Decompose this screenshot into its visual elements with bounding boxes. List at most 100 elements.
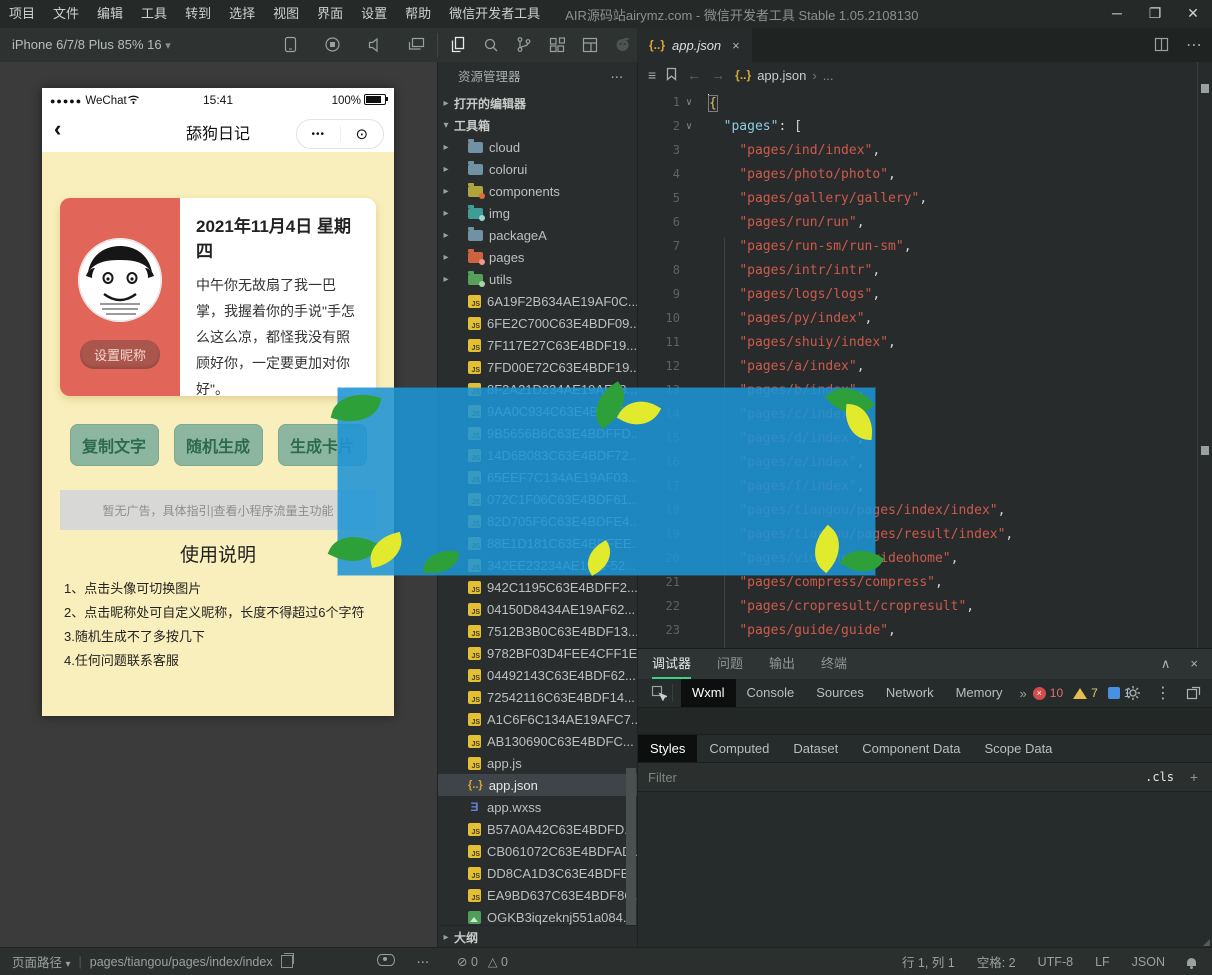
style-tab-computed[interactable]: Computed [697,735,781,762]
tree-item[interactable]: JS7FD00E72C63E4BDF19... [438,356,637,378]
menu-设置[interactable]: 设置 [352,0,396,28]
code-line[interactable]: 6 "pages/run/run", [638,210,1198,234]
tree-item[interactable]: JSB57A0A42C63E4BDFD... [438,818,637,840]
statusbar-segment[interactable]: LF [1095,955,1110,969]
device-icon[interactable] [282,36,299,53]
explorer-more-icon[interactable]: ⋯ [611,62,624,92]
tree-item[interactable]: Ǝapp.wxss [438,796,637,818]
warning-badge[interactable]: 7 [1073,686,1098,700]
close-button[interactable]: ✕ [1174,0,1212,28]
statusbar-segment[interactable]: 行 1, 列 1 [902,952,955,971]
fold-icon[interactable]: ∨ [680,121,698,132]
phone-button[interactable]: 复制文字 [70,424,159,466]
forward-arrow-icon[interactable]: → [711,67,725,83]
menu-界面[interactable]: 界面 [308,0,352,28]
menu-文件[interactable]: 文件 [44,0,88,28]
tree-item[interactable]: JS7512B3B0C63E4BDF13... [438,620,637,642]
wxml-tree-area[interactable] [638,708,1212,735]
tree-item[interactable]: {..}app.json [438,774,637,796]
code-line[interactable]: 1∨{ [638,90,1198,114]
phone-button[interactable]: 随机生成 [174,424,263,466]
statusbar-segment[interactable]: UTF-8 [1038,955,1073,969]
breadcrumb-file[interactable]: {..} app.json › ... [735,68,833,83]
tree-item[interactable]: JS7F117E27C63E4BDF19... [438,334,637,356]
avatar[interactable] [78,238,162,322]
tree-item[interactable]: JSCB061072C63E4BDFAD... [438,840,637,862]
menu-选择[interactable]: 选择 [220,0,264,28]
statusbar-more-icon[interactable]: ⋯ [417,954,430,969]
save-layout-icon[interactable] [581,36,598,53]
style-tab-dataset[interactable]: Dataset [781,735,850,762]
style-tab-scope-data[interactable]: Scope Data [972,735,1064,762]
files-icon[interactable] [449,36,466,53]
code-line[interactable]: 11 "pages/shuiy/index", [638,330,1198,354]
tree-item[interactable]: JS6FE2C700C63E4BDF09... [438,312,637,334]
menu-转到[interactable]: 转到 [176,0,220,28]
style-tab-styles[interactable]: Styles [638,735,697,762]
filter-input[interactable]: Filter [648,770,677,785]
add-style-button[interactable]: + [1190,769,1198,785]
tree-section[interactable]: ▸打开的编辑器 [438,92,637,114]
tree-item[interactable]: JS04150D8434AE19AF62... [438,598,637,620]
more-actions-icon[interactable]: ⋯ [1186,35,1202,55]
copy-icon[interactable] [281,955,293,968]
tab-app-json[interactable]: {..} app.json × [637,28,752,62]
resize-handle[interactable] [1203,939,1210,946]
statusbar-segment[interactable]: JSON [1132,955,1165,969]
tree-item[interactable]: JS9782BF03D4FEE4CFF1E... [438,642,637,664]
cls-toggle-button[interactable]: .cls [1145,770,1174,784]
back-arrow-icon[interactable]: ← [687,67,701,83]
code-line[interactable]: 8 "pages/intr/intr", [638,258,1198,282]
tree-item[interactable]: ▸packageA [438,224,637,246]
split-editor-icon[interactable] [1153,36,1170,53]
tree-item[interactable]: ▸cloud [438,136,637,158]
collapse-panel-icon[interactable]: ∧ [1161,656,1171,672]
devtools-tab-Wxml[interactable]: Wxml [681,679,736,707]
gear-icon[interactable] [1124,685,1141,702]
tree-item[interactable]: JSAB130690C63E4BDFC... [438,730,637,752]
tree-item[interactable]: JS6A19F2B634AE19AF0C... [438,290,637,312]
more-tabs-icon[interactable]: » [1020,686,1027,701]
debugger-tab-问题[interactable]: 问题 [717,649,743,679]
code-line[interactable]: 2∨ "pages": [ [638,114,1198,138]
tree-item[interactable]: JSEA9BD637C63E4BDF8C... [438,884,637,906]
page-path-dropdown[interactable]: 页面路径 ▾ [12,952,71,971]
code-line[interactable]: 3 "pages/ind/index", [638,138,1198,162]
error-badge[interactable]: ×10 [1033,686,1063,700]
maximize-button[interactable]: ❐ [1136,0,1174,28]
menu-视图[interactable]: 视图 [264,0,308,28]
capsule-menu-icon[interactable]: ••• [297,129,340,140]
minimize-button[interactable]: ─ [1098,0,1136,28]
menu-编辑[interactable]: 编辑 [88,0,132,28]
style-tab-component-data[interactable]: Component Data [850,735,972,762]
statusbar-segment[interactable]: 空格: 2 [977,952,1016,971]
tree-item[interactable]: ▸components [438,180,637,202]
menu-微信开发者工具[interactable]: 微信开发者工具 [440,0,549,28]
fold-icon[interactable]: ∨ [680,97,698,108]
inspect-element-icon[interactable] [646,684,673,702]
search-icon[interactable] [482,36,499,53]
tree-item[interactable]: JSA1C6F6C134AE19AFC7... [438,708,637,730]
outline-section[interactable]: ▸ 大纲 [438,925,637,948]
bell-icon[interactable] [1187,958,1196,966]
tree-item[interactable]: ▸utils [438,268,637,290]
tree-item[interactable]: ▸img [438,202,637,224]
assistant-ball-icon[interactable] [614,36,631,53]
set-nickname-button[interactable]: 设置昵称 [80,340,160,369]
menu-项目[interactable]: 项目 [0,0,44,28]
debugger-tab-输出[interactable]: 输出 [769,649,795,679]
tree-item[interactable]: JSapp.js [438,752,637,774]
debugger-tab-调试器[interactable]: 调试器 [652,649,691,679]
tab-close-icon[interactable]: × [732,38,740,53]
tree-item[interactable]: ▸pages [438,246,637,268]
devtools-tab-Network[interactable]: Network [875,679,945,707]
device-selector[interactable]: iPhone 6/7/8 Plus 85% 16 ▾ [12,28,171,63]
code-line[interactable]: 7 "pages/run-sm/run-sm", [638,234,1198,258]
tree-item[interactable]: JS04492143C63E4BDF62... [438,664,637,686]
tree-section[interactable]: ▾工具箱 [438,114,637,136]
eye-icon[interactable] [377,954,395,969]
menu-工具[interactable]: 工具 [132,0,176,28]
mute-icon[interactable] [366,36,383,53]
tree-item[interactable]: JS72542116C63E4BDF14... [438,686,637,708]
tree-item[interactable]: JS942C1195C63E4BDFF2... [438,576,637,598]
